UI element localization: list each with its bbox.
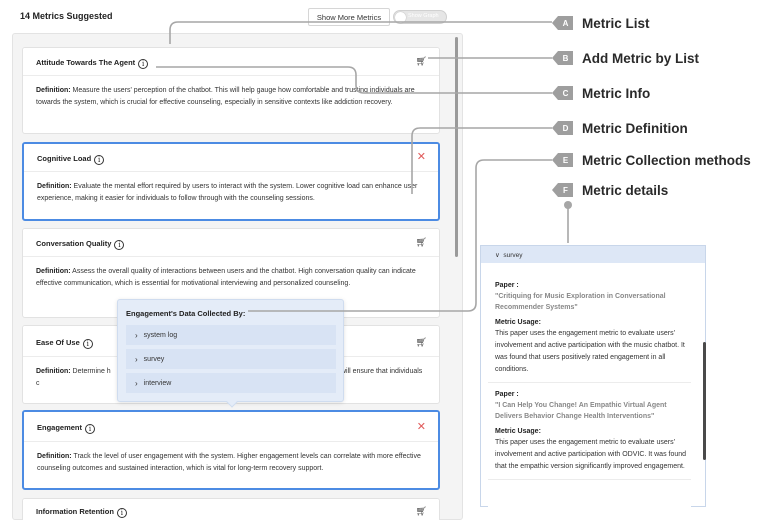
details-scrollbar[interactable]: [703, 342, 706, 460]
callout-dot-f: [564, 201, 572, 209]
legend-badge: E: [552, 153, 573, 167]
metric-name-wrap: Information Retention i: [36, 507, 127, 518]
metric-name: Information Retention: [36, 507, 114, 516]
legend-badge: F: [552, 183, 573, 197]
legend-text: Add Metric by List: [582, 50, 700, 66]
show-graph-toggle[interactable]: Show Graph: [393, 10, 447, 24]
metric-definition: Definition: Assess the overall quality o…: [23, 257, 439, 290]
definition-label: Definition:: [36, 368, 71, 375]
collection-methods-popup: Engagement's Data Collected By: › system …: [117, 299, 344, 408]
metric-name: Ease Of Use: [36, 338, 80, 347]
definition-text: Assess the overall quality of interactio…: [36, 268, 416, 287]
metric-definition: Definition: Measure the users' perceptio…: [23, 76, 439, 109]
details-section-header[interactable]: ∨ survey: [481, 246, 705, 263]
paper-title: "I Can Help You Change! An Empathic Virt…: [495, 402, 667, 420]
definition-text: Measure the users' perception of the cha…: [36, 87, 415, 106]
cart-icon[interactable]: 🛒︎: [416, 56, 427, 67]
method-item-system-log[interactable]: › system log: [126, 325, 336, 345]
legend-text: Metric Definition: [582, 120, 688, 136]
usage-text: This paper uses the engagement metric to…: [495, 439, 687, 470]
popup-title: Engagement's Data Collected By:: [126, 309, 246, 318]
metric-name-wrap: Conversation Quality i: [36, 239, 125, 250]
usage-label: Metric Usage:: [495, 428, 541, 435]
details-section-label: survey: [503, 252, 523, 259]
metric-card-header: Engagement i ✕: [24, 412, 438, 442]
usage-label: Metric Usage:: [495, 319, 541, 326]
close-icon[interactable]: ✕: [417, 420, 426, 433]
legend-text: Metric Collection methods: [582, 152, 751, 168]
show-more-metrics-button[interactable]: Show More Metrics: [308, 8, 390, 26]
paper-title: "Critiquing for Music Exploration in Con…: [495, 293, 666, 311]
info-circle-icon[interactable]: i: [85, 424, 96, 434]
metric-card-engagement[interactable]: Engagement i ✕ Definition: Track the leve…: [22, 410, 440, 490]
cart-icon[interactable]: 🛒︎: [416, 337, 427, 348]
method-label: interview: [143, 379, 172, 387]
metric-definition: Definition: Track the level of user enga…: [24, 442, 438, 475]
metric-card-cognitive-load[interactable]: Cognitive Load i ✕ Definition: Evaluate t…: [22, 142, 440, 221]
legend-text: Metric List: [582, 15, 650, 31]
metric-list-scrollbar[interactable]: [455, 37, 458, 257]
chevron-right-icon: ›: [135, 354, 138, 364]
app-root: 14 Metrics Suggested Show More Metrics S…: [0, 0, 771, 520]
method-item-interview[interactable]: › interview: [126, 373, 336, 393]
legend-collection-methods: E Metric Collection methods: [552, 152, 751, 168]
metric-card-header: Conversation Quality i 🛒︎: [23, 229, 439, 257]
legend-metric-details: F Metric details: [552, 182, 669, 198]
metric-name-wrap: Ease Of Use i: [36, 338, 93, 349]
paper-entry: Paper : "I Can Help You Change! An Empat…: [488, 383, 691, 480]
paper-label: Paper :: [495, 282, 519, 289]
chevron-right-icon: ›: [135, 378, 138, 388]
info-circle-icon[interactable]: i: [138, 59, 149, 69]
info-circle-icon[interactable]: i: [94, 155, 105, 165]
legend-text: Metric details: [582, 182, 669, 198]
metric-definition: Definition: Evaluate the mental effort r…: [24, 172, 438, 205]
definition-text: Track the level of user engagement with …: [37, 453, 421, 472]
metric-name-wrap: Attitude Towards The Agent i: [36, 58, 149, 69]
legend-badge: A: [552, 16, 573, 30]
info-circle-icon[interactable]: i: [82, 339, 93, 349]
toggle-label: Show Graph: [408, 13, 439, 19]
definition-label: Definition:: [36, 268, 71, 275]
metric-name: Conversation Quality: [36, 239, 112, 248]
close-icon[interactable]: ✕: [417, 150, 426, 163]
toggle-knob: [395, 12, 406, 23]
legend-metric-list: A Metric List: [552, 15, 650, 31]
cart-icon[interactable]: 🛒︎: [416, 237, 427, 248]
legend-badge: B: [552, 51, 573, 65]
definition-label: Definition:: [37, 183, 72, 190]
cart-icon[interactable]: 🛒︎: [416, 506, 427, 517]
legend-metric-definition: D Metric Definition: [552, 120, 688, 136]
metric-name: Engagement: [37, 423, 83, 432]
legend-badge: D: [552, 121, 573, 135]
metric-name: Cognitive Load: [37, 154, 92, 163]
definition-text: Evaluate the mental effort required by u…: [37, 183, 418, 202]
metric-card-header: Cognitive Load i ✕: [24, 144, 438, 172]
chevron-right-icon: ›: [135, 330, 138, 340]
metric-card-attitude[interactable]: Attitude Towards The Agent i 🛒︎ Definitio…: [22, 47, 440, 134]
metric-details-panel: ∨ survey Paper : "Critiquing for Music E…: [480, 245, 706, 507]
metric-card-header: Attitude Towards The Agent i 🛒︎: [23, 48, 439, 76]
definition-label: Definition:: [37, 453, 72, 460]
info-circle-icon[interactable]: i: [116, 508, 127, 518]
method-item-survey[interactable]: › survey: [126, 349, 336, 369]
usage-text: This paper uses the engagement metric to…: [495, 330, 685, 373]
metric-card-header: Information Retention i 🛒︎: [23, 499, 439, 520]
legend-metric-info: C Metric Info: [552, 85, 651, 101]
metric-name-wrap: Cognitive Load i: [37, 154, 105, 165]
method-label: system log: [143, 331, 178, 339]
legend-badge: C: [552, 86, 573, 100]
metric-card-information-retention[interactable]: Information Retention i 🛒︎: [22, 498, 440, 520]
metrics-count-title: 14 Metrics Suggested: [20, 11, 113, 21]
paper-entry: Paper : "Critiquing for Music Exploratio…: [488, 269, 691, 383]
details-body: Paper : "Critiquing for Music Exploratio…: [488, 269, 691, 507]
chevron-down-icon: ∨: [495, 252, 500, 259]
paper-label: Paper :: [495, 391, 519, 398]
metric-name: Attitude Towards The Agent: [36, 58, 136, 67]
definition-label: Definition:: [36, 87, 71, 94]
legend-text: Metric Info: [582, 85, 651, 101]
info-circle-icon[interactable]: i: [114, 240, 125, 250]
method-label: survey: [143, 355, 165, 363]
metric-name-wrap: Engagement i: [37, 423, 96, 434]
legend-add-metric: B Add Metric by List: [552, 50, 700, 66]
